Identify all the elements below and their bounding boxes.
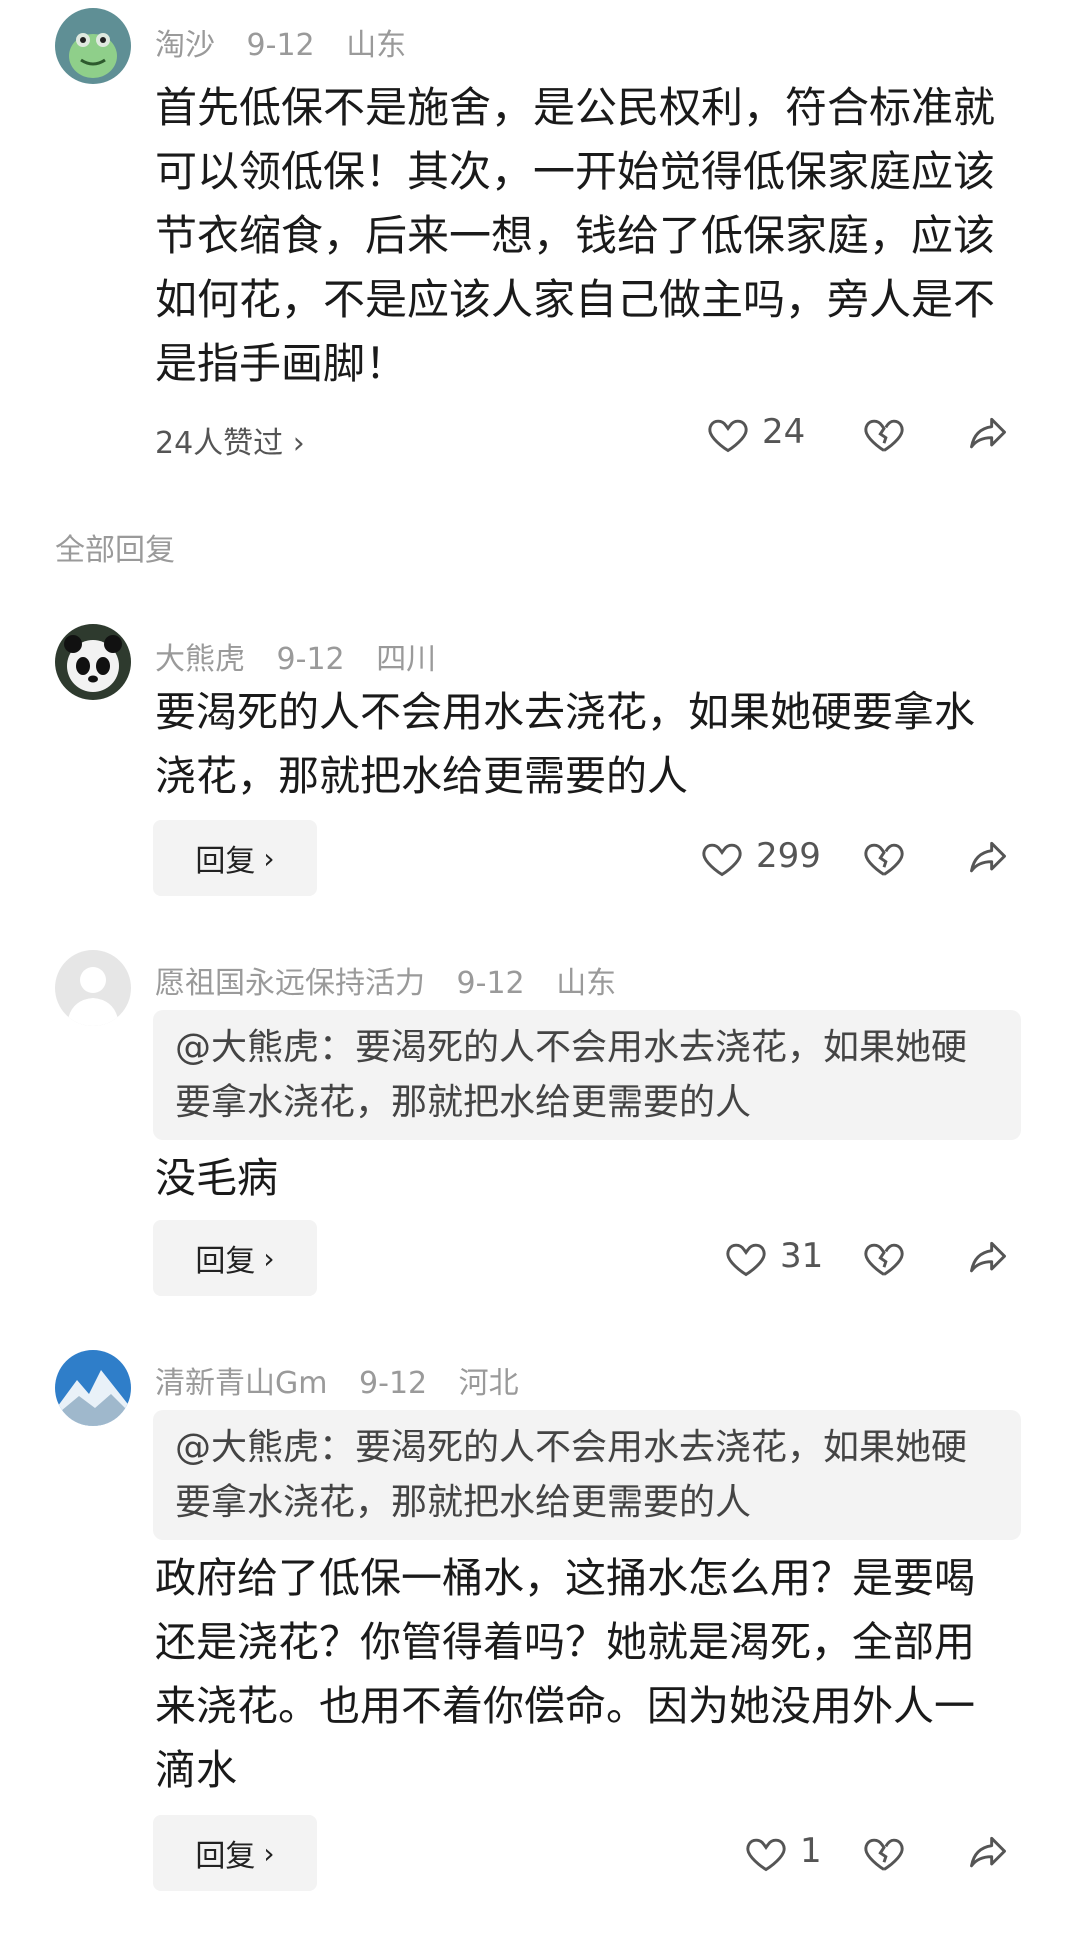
comment-location: 山东 xyxy=(346,28,407,63)
like-icon[interactable] xyxy=(744,1831,788,1875)
chevron-right-icon: › xyxy=(263,1836,275,1870)
comment-location: 河北 xyxy=(458,1366,519,1401)
reply-label: 回复 xyxy=(195,844,256,879)
quoted-reply[interactable]: @大熊虎：要渴死的人不会用水去浇花，如果她硬要拿水浇花，那就把水给更需要的人 xyxy=(153,1010,1021,1140)
default-avatar-icon xyxy=(55,950,131,1026)
mountain-avatar-icon xyxy=(55,1350,131,1426)
share-icon[interactable] xyxy=(966,1831,1010,1875)
panda-avatar-icon xyxy=(55,624,131,700)
username[interactable]: 清新青山Gm xyxy=(155,1366,327,1401)
comment-date: 9-12 xyxy=(456,966,525,1001)
comment-text: 没毛病 xyxy=(155,1154,278,1202)
comment-meta: 大熊虎 9-12 四川 xyxy=(155,634,458,678)
frog-avatar-icon xyxy=(55,8,131,84)
like-icon[interactable] xyxy=(724,1236,768,1280)
comment-date: 9-12 xyxy=(276,642,345,677)
avatar[interactable] xyxy=(55,1350,131,1426)
comment-date: 9-12 xyxy=(246,28,315,63)
like-icon[interactable] xyxy=(706,412,750,456)
avatar[interactable] xyxy=(55,8,131,84)
share-icon[interactable] xyxy=(966,412,1010,456)
replies-header: 全部回复 xyxy=(55,533,175,568)
reply-button[interactable]: 回复 › xyxy=(153,1220,317,1296)
like-icon[interactable] xyxy=(700,836,744,880)
comment-date: 9-12 xyxy=(359,1366,428,1401)
chevron-right-icon: › xyxy=(263,1241,275,1275)
chevron-right-icon: › xyxy=(263,841,275,875)
username[interactable]: 淘沙 xyxy=(155,28,215,63)
share-icon[interactable] xyxy=(966,1236,1010,1280)
like-count: 31 xyxy=(780,1236,824,1276)
comment-location: 四川 xyxy=(376,642,437,677)
reply-button[interactable]: 回复 › xyxy=(153,820,317,896)
avatar[interactable] xyxy=(55,950,131,1026)
share-icon[interactable] xyxy=(966,836,1010,880)
quoted-reply[interactable]: @大熊虎：要渴死的人不会用水去浇花，如果她硬要拿水浇花，那就把水给更需要的人 xyxy=(153,1410,1021,1540)
avatar[interactable] xyxy=(55,624,131,700)
reply-label: 回复 xyxy=(195,1244,256,1279)
username[interactable]: 愿祖国永远保持活力 xyxy=(155,966,425,1001)
username[interactable]: 大熊虎 xyxy=(155,642,245,677)
like-count: 24 xyxy=(762,412,806,452)
comment-meta: 愿祖国永远保持活力 9-12 山东 xyxy=(155,958,638,1002)
like-count: 299 xyxy=(756,836,821,876)
comment-meta: 淘沙 9-12 山东 xyxy=(155,20,428,64)
comment-text: 首先低保不是施舍，是公民权利，符合标准就可以领低保！其次，一开始觉得低保家庭应该… xyxy=(155,83,996,388)
dislike-icon[interactable] xyxy=(862,412,906,456)
comment-text: 政府给了低保一桶水，这捅水怎么用？是要喝还是浇花？你管得着吗？她就是渴死，全部用… xyxy=(155,1554,975,1794)
likers-link[interactable]: 24人赞过 › xyxy=(155,418,305,462)
like-count: 1 xyxy=(800,1831,822,1871)
reply-button[interactable]: 回复 › xyxy=(153,1815,317,1891)
dislike-icon[interactable] xyxy=(862,1831,906,1875)
dislike-icon[interactable] xyxy=(862,1236,906,1280)
comment-text: 要渴死的人不会用水去浇花，如果她硬要拿水浇花，那就把水给更需要的人 xyxy=(155,688,975,800)
dislike-icon[interactable] xyxy=(862,836,906,880)
comment-meta: 清新青山Gm 9-12 河北 xyxy=(155,1358,541,1402)
comment-location: 山东 xyxy=(556,966,617,1001)
reply-label: 回复 xyxy=(195,1839,256,1874)
